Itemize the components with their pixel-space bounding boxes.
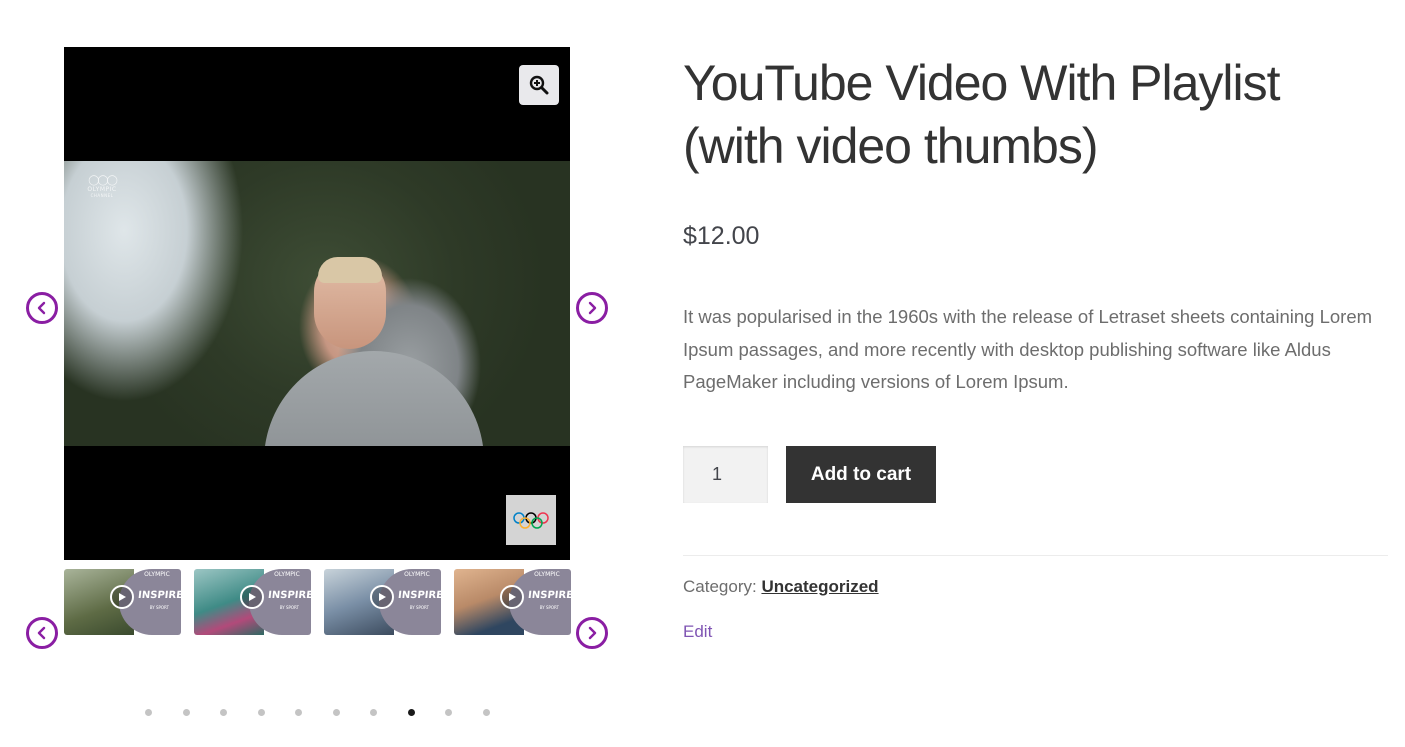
- pagination-dot[interactable]: [332, 709, 340, 716]
- category-link[interactable]: Uncategorized: [761, 577, 878, 596]
- pagination-dot[interactable]: [370, 709, 377, 716]
- video-subject-body: [264, 351, 484, 446]
- category-label: Category:: [683, 577, 757, 596]
- chevron-left-icon: [37, 301, 46, 315]
- thumbnail-brand-sub: BY SPORT: [539, 605, 559, 610]
- thumbs-prev-button[interactable]: [26, 617, 58, 649]
- play-icon: [240, 585, 264, 609]
- thumbnail-brand-sub: BY SPORT: [149, 605, 169, 610]
- thumbnail-rings-label: OLYMPIC: [534, 571, 560, 578]
- thumbnail-item[interactable]: OLYMPIC INSPIRED BY SPORT: [454, 569, 571, 635]
- thumbs-next-button[interactable]: [576, 617, 608, 649]
- product-description: It was popularised in the 1960s with the…: [683, 306, 1373, 392]
- pagination-dot[interactable]: [145, 709, 152, 716]
- thumbnail-rings-label: OLYMPIC: [274, 571, 300, 578]
- thumbnail-brand-sub: BY SPORT: [279, 605, 299, 610]
- product-meta: Category: Uncategorized: [683, 577, 879, 597]
- pagination-dot[interactable]: [257, 709, 265, 716]
- add-to-cart-button[interactable]: Add to cart: [786, 446, 936, 503]
- olympic-badge: [506, 495, 556, 545]
- pagination-dot[interactable]: [220, 709, 227, 716]
- video-subject-hair: [318, 257, 382, 283]
- product-price: $12.00: [683, 222, 760, 250]
- main-next-button[interactable]: [576, 292, 608, 324]
- play-icon: [370, 585, 394, 609]
- thumbnail-rings-label: OLYMPIC: [144, 571, 170, 578]
- pagination-dot[interactable]: [407, 709, 415, 716]
- thumbnail-brand-text: INSPIRED: [267, 590, 311, 601]
- thumbnail-strip: OLYMPIC INSPIRED BY SPORT OLYMPIC INSPIR…: [64, 569, 571, 635]
- play-icon: [110, 585, 134, 609]
- olympic-rings-icon: [513, 512, 549, 529]
- edit-link[interactable]: Edit: [683, 622, 712, 642]
- pagination-dot[interactable]: [182, 709, 190, 716]
- chevron-right-icon: [588, 301, 597, 315]
- channel-logo-sub: CHANNEL: [90, 193, 114, 198]
- channel-rings-icon: ◯◯◯: [88, 175, 118, 186]
- main-video-slide[interactable]: ◯◯◯ OLYMPIC CHANNEL: [64, 47, 570, 560]
- quantity-input[interactable]: [683, 446, 768, 503]
- zoom-icon: [529, 75, 549, 95]
- chevron-left-icon: [37, 626, 46, 640]
- chevron-right-icon: [588, 626, 597, 640]
- thumbnail-item[interactable]: OLYMPIC INSPIRED BY SPORT: [194, 569, 311, 635]
- thumbnail-brand-text: INSPIRED: [397, 590, 441, 601]
- main-prev-button[interactable]: [26, 292, 58, 324]
- pagination-dot[interactable]: [295, 709, 302, 716]
- zoom-button[interactable]: [519, 65, 559, 105]
- video-frame[interactable]: ◯◯◯ OLYMPIC CHANNEL: [64, 161, 570, 446]
- pagination-dot[interactable]: [445, 709, 452, 716]
- play-icon: [500, 585, 524, 609]
- divider: [683, 555, 1388, 556]
- channel-logo: ◯◯◯ OLYMPIC CHANNEL: [84, 175, 120, 198]
- thumbnail-brand-sub: BY SPORT: [409, 605, 429, 610]
- product-title: YouTube Video With Playlist (with video …: [683, 55, 1281, 174]
- thumbnail-rings-label: OLYMPIC: [404, 571, 430, 578]
- thumbnail-brand-text: INSPIRED: [137, 590, 181, 601]
- thumbnail-item[interactable]: OLYMPIC INSPIRED BY SPORT: [324, 569, 441, 635]
- channel-logo-text: OLYMPIC: [87, 186, 117, 193]
- pagination-dot[interactable]: [482, 709, 490, 716]
- thumbnail-item[interactable]: OLYMPIC INSPIRED BY SPORT: [64, 569, 181, 635]
- thumbnail-brand-text: INSPIRED: [527, 590, 571, 601]
